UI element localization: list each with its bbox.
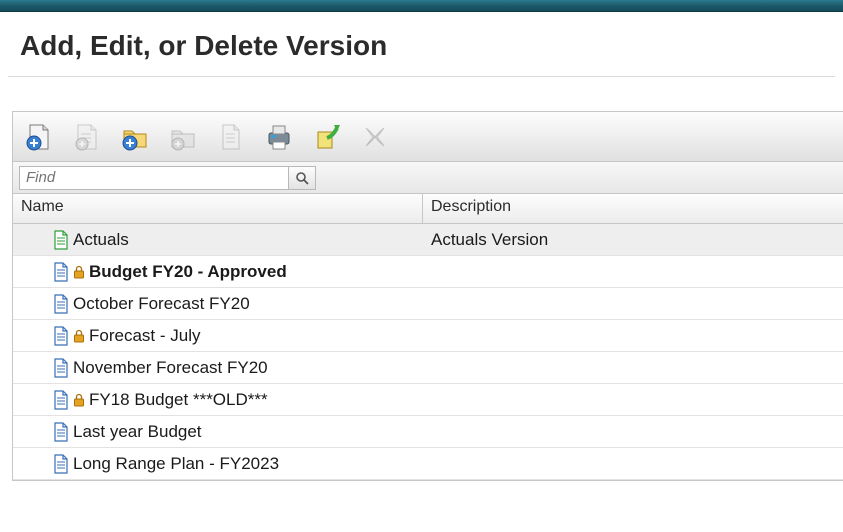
cell-name: November Forecast FY20 <box>13 352 423 383</box>
grid-header: Name Description <box>13 194 843 224</box>
cell-description: Actuals Version <box>423 224 843 255</box>
table-row[interactable]: Budget FY20 - Approved <box>13 256 843 288</box>
folder-button[interactable] <box>167 121 199 153</box>
document-icon <box>53 358 69 378</box>
lock-icon <box>73 393 85 407</box>
cell-name: Forecast - July <box>13 320 423 351</box>
cell-name: October Forecast FY20 <box>13 288 423 319</box>
document-icon <box>53 454 69 474</box>
find-button[interactable] <box>288 166 316 190</box>
document-icon <box>53 390 69 410</box>
document-icon <box>53 230 69 250</box>
print-button[interactable] <box>263 121 295 153</box>
table-row[interactable]: Last year Budget <box>13 416 843 448</box>
row-name-text: Long Range Plan - FY2023 <box>73 454 279 474</box>
table-row[interactable]: FY18 Budget ***OLD*** <box>13 384 843 416</box>
cell-description <box>423 384 843 415</box>
row-name-text: FY18 Budget ***OLD*** <box>89 390 268 410</box>
search-icon <box>295 171 309 185</box>
row-name-text: October Forecast FY20 <box>73 294 250 314</box>
app-top-bar <box>0 0 843 12</box>
cell-description <box>423 448 843 479</box>
cell-description <box>423 288 843 319</box>
delete-button[interactable] <box>359 121 391 153</box>
lock-icon <box>73 265 85 279</box>
cell-name: FY18 Budget ***OLD*** <box>13 384 423 415</box>
table-row[interactable]: Forecast - July <box>13 320 843 352</box>
cell-name: Last year Budget <box>13 416 423 447</box>
grid-body: Actuals Actuals Version Budget FY20 - App… <box>13 224 843 480</box>
table-row[interactable]: October Forecast FY20 <box>13 288 843 320</box>
cell-name: Actuals <box>13 224 423 255</box>
row-name-text: November Forecast FY20 <box>73 358 268 378</box>
new-folder-button[interactable] <box>119 121 151 153</box>
document-button[interactable] <box>215 121 247 153</box>
column-header-description[interactable]: Description <box>423 194 843 223</box>
new-sheet-button[interactable] <box>23 121 55 153</box>
cell-description <box>423 256 843 287</box>
cell-name: Budget FY20 - Approved <box>13 256 423 287</box>
table-row[interactable]: Long Range Plan - FY2023 <box>13 448 843 480</box>
page-title: Add, Edit, or Delete Version <box>8 12 835 77</box>
cell-name: Long Range Plan - FY2023 <box>13 448 423 479</box>
table-row[interactable]: Actuals Actuals Version <box>13 224 843 256</box>
column-header-name[interactable]: Name <box>13 194 423 223</box>
export-button[interactable] <box>311 121 343 153</box>
cell-description <box>423 416 843 447</box>
row-name-text: Last year Budget <box>73 422 202 442</box>
row-name-text: Forecast - July <box>89 326 200 346</box>
document-icon <box>53 262 69 282</box>
document-icon <box>53 326 69 346</box>
find-bar <box>13 162 843 194</box>
cell-description <box>423 320 843 351</box>
table-row[interactable]: November Forecast FY20 <box>13 352 843 384</box>
version-panel: Name Description Actuals Actuals Version … <box>12 111 843 481</box>
cell-description <box>423 352 843 383</box>
toolbar <box>13 112 843 162</box>
row-name-text: Actuals <box>73 230 129 250</box>
document-icon <box>53 294 69 314</box>
lock-icon <box>73 329 85 343</box>
document-icon <box>53 422 69 442</box>
row-name-text: Budget FY20 - Approved <box>89 262 287 282</box>
find-input[interactable] <box>19 166 289 190</box>
copy-sheet-button[interactable] <box>71 121 103 153</box>
